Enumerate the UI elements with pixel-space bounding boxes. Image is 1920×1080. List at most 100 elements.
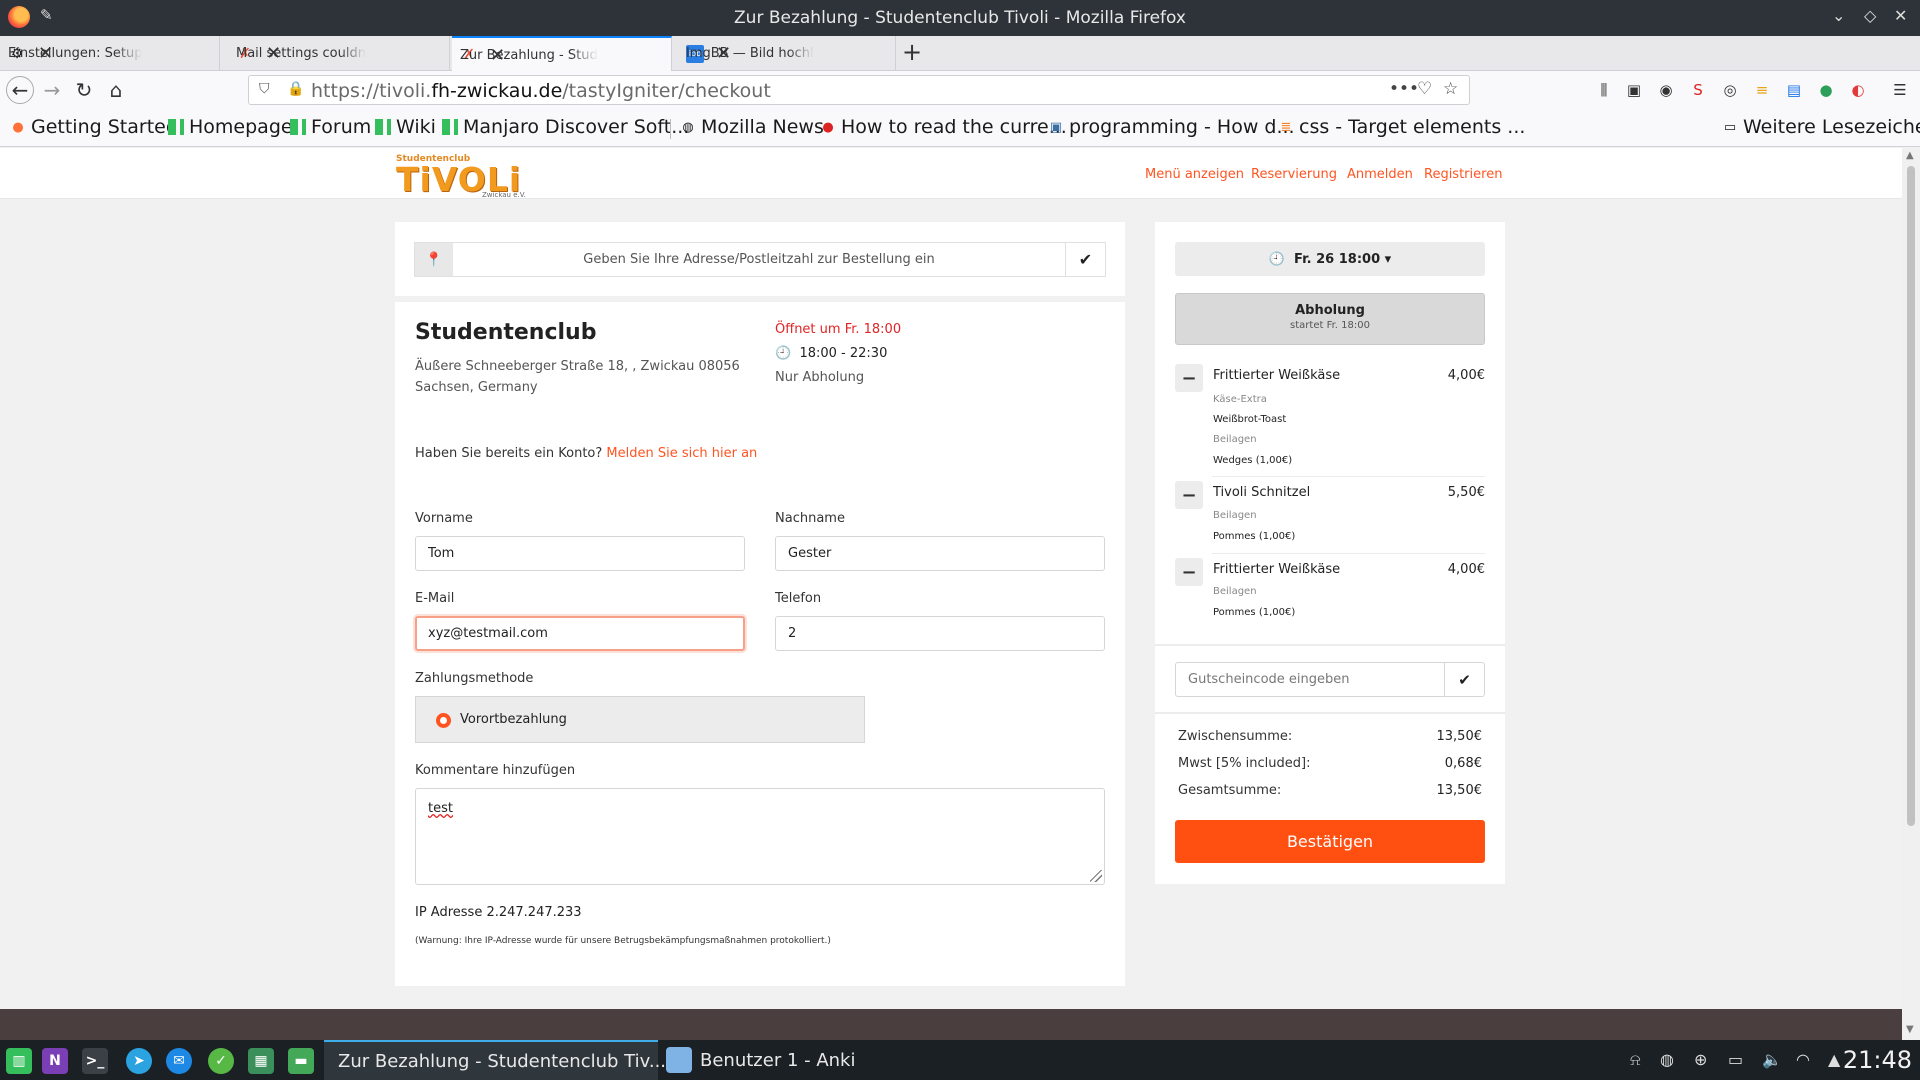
bookmark-getting-started[interactable]: ● Getting Started	[10, 116, 178, 138]
clock[interactable]: 21:48	[1843, 1046, 1912, 1074]
firefox-icon: ●	[12, 119, 24, 135]
other-bookmarks[interactable]: ▭ Weitere Lesezeichen	[1722, 116, 1920, 138]
close-window-button[interactable]: ✕	[1894, 6, 1907, 25]
task-firefox[interactable]: Zur Bezahlung - Studentenclub Tiv...	[324, 1040, 666, 1080]
last-name-input[interactable]: Gester	[775, 536, 1105, 571]
address-search-input[interactable]: Geben Sie Ihre Adresse/Postleitzahl zur …	[453, 252, 1065, 267]
bookmark-star-icon[interactable]: ☆	[1443, 79, 1458, 99]
bookmark-manjaro-discover[interactable]: Manjaro Discover Soft...	[442, 116, 689, 138]
remove-item-button[interactable]: −	[1175, 558, 1203, 586]
url-text[interactable]: https://tivoli.fh-zwickau.de/tastyIgnite…	[311, 80, 771, 102]
extension-green-icon[interactable]: ●	[1816, 80, 1836, 100]
option-group: Beilagen	[1213, 434, 1257, 445]
bookmark-homepage[interactable]: Homepage	[168, 116, 293, 138]
discord-icon[interactable]: ◍	[1660, 1050, 1674, 1069]
map-marker-icon: 📍	[415, 243, 453, 276]
remove-item-button[interactable]: −	[1175, 364, 1203, 392]
scroll-down-icon[interactable]: ▼	[1906, 1024, 1914, 1035]
terminal-icon[interactable]: >_	[82, 1048, 108, 1074]
bookmark-mozilla-news[interactable]: ◍ Mozilla News	[680, 116, 824, 138]
thunderbird-icon[interactable]: ✉	[166, 1048, 192, 1074]
extension-blue-icon[interactable]: ▤	[1784, 80, 1804, 100]
comment-textarea[interactable]: test	[415, 788, 1105, 885]
notifications-icon[interactable]: ⍾	[1630, 1050, 1641, 1070]
task-anki[interactable]: Benutzer 1 - Anki	[660, 1040, 870, 1080]
scrollbar-thumb[interactable]	[1907, 166, 1915, 826]
payment-radio[interactable]	[436, 713, 451, 728]
maximize-button[interactable]: ◇	[1864, 6, 1876, 25]
page-scrollbar[interactable]: ▲ ▼	[1902, 148, 1920, 1039]
extension-red-icon[interactable]: ◐	[1848, 80, 1868, 100]
email-label: E-Mail	[415, 591, 455, 606]
login-link[interactable]: Melden Sie sich hier an	[606, 446, 757, 461]
nav-menu-anzeigen[interactable]: Menü anzeigen	[1145, 167, 1244, 182]
email-input[interactable]: xyz@testmail.com	[415, 616, 745, 651]
extension-stack-icon[interactable]: ≡	[1752, 80, 1772, 100]
bookmark-forum[interactable]: Forum	[290, 116, 371, 138]
forward-button[interactable]: →	[38, 76, 66, 104]
tab-einstellungen[interactable]: ⚙ Einstellungen: Setup ✕	[0, 36, 220, 71]
account-icon[interactable]: ◉	[1656, 80, 1676, 100]
extension-s-icon[interactable]: S	[1688, 80, 1708, 100]
app-green-icon[interactable]: ✓	[208, 1048, 234, 1074]
payment-method-option[interactable]: Vorortbezahlung	[415, 696, 865, 743]
lock-icon[interactable]: 🔒	[287, 81, 304, 97]
tab-zur-bezahlung[interactable]: ✗ Zur Bezahlung - Stud ✕	[452, 36, 672, 72]
bookmark-programming[interactable]: ▣ programming - How d...	[1048, 116, 1295, 138]
option-value: Wedges (1,00€)	[1213, 455, 1293, 466]
page-actions-icon[interactable]: •••	[1389, 79, 1419, 99]
bookmark-wiki[interactable]: Wiki	[375, 116, 436, 138]
opening-hours: 🕘 18:00 - 22:30	[775, 346, 888, 361]
payment-option-label: Vorortbezahlung	[460, 712, 567, 727]
scroll-up-icon[interactable]: ▲	[1906, 150, 1914, 161]
url-bar[interactable]: ⛉ 🔒 https://tivoli.fh-zwickau.de/tastyIg…	[248, 75, 1470, 105]
onenote-icon[interactable]: N	[42, 1048, 68, 1074]
phone-label: Telefon	[775, 591, 822, 606]
phone-input[interactable]: 2	[775, 616, 1105, 651]
coupon-input[interactable]: Gutscheincode eingeben	[1188, 672, 1350, 687]
coupon-field[interactable]: Gutscheincode eingeben ✔	[1175, 662, 1485, 697]
restaurant-address-line2: Sachsen, Germany	[415, 380, 538, 395]
update-icon[interactable]: ⊕	[1694, 1050, 1707, 1069]
pickup-option[interactable]: Abholung startet Fr. 18:00	[1175, 293, 1485, 345]
anki-icon	[666, 1047, 692, 1073]
shield-icon[interactable]: ⛉	[259, 81, 270, 97]
app-ibb-icon[interactable]: ▦	[248, 1048, 274, 1074]
first-name-input[interactable]: Tom	[415, 536, 745, 571]
restaurant-address-line1: Äußere Schneeberger Straße 18, , Zwickau…	[415, 359, 740, 374]
new-tab-button[interactable]: +	[902, 38, 922, 66]
home-button[interactable]: ⌂	[102, 76, 130, 104]
minimize-button[interactable]: ⌄	[1832, 6, 1845, 25]
order-time-dropdown[interactable]: 🕘 Fr. 26 18:00 ▾	[1175, 242, 1485, 276]
manjaro-menu-icon[interactable]: ▥	[6, 1048, 32, 1074]
bookmark-css-target[interactable]: ≣ css - Target elements ...	[1278, 116, 1526, 138]
back-button[interactable]: ←	[6, 76, 34, 104]
tab-imgbb[interactable]: ibb ImgBB — Bild hochl ✕	[678, 36, 896, 71]
library-icon[interactable]: ⫼	[1594, 80, 1614, 100]
battery-icon[interactable]: ▭	[1728, 1050, 1743, 1069]
wifi-icon[interactable]: ◠	[1796, 1050, 1810, 1069]
bookmark-how-to-read[interactable]: ● How to read the curre...	[820, 116, 1067, 138]
check-icon[interactable]: ✔	[1444, 663, 1484, 696]
volume-icon[interactable]: 🔈	[1762, 1050, 1782, 1069]
resize-handle[interactable]	[1090, 870, 1102, 882]
check-icon[interactable]: ✔	[1065, 243, 1105, 276]
option-group: Beilagen	[1213, 586, 1257, 597]
comment-value: test	[428, 801, 453, 816]
address-search[interactable]: 📍 Geben Sie Ihre Adresse/Postleitzahl zu…	[414, 242, 1106, 277]
sidebar-icon[interactable]: ▣	[1624, 80, 1644, 100]
reload-button[interactable]: ↻	[70, 76, 98, 104]
tab-mail-settings[interactable]: ✗ Mail settings couldn ✕	[228, 36, 450, 71]
nav-registrieren[interactable]: Registrieren	[1424, 167, 1502, 182]
telegram-icon[interactable]: ➤	[126, 1048, 152, 1074]
tivoli-logo[interactable]: Studentenclub TiVOLi Zwickau e.V.	[396, 154, 528, 199]
nav-anmelden[interactable]: Anmelden	[1347, 167, 1413, 182]
menu-icon[interactable]: ☰	[1890, 80, 1910, 100]
confirm-button[interactable]: Bestätigen	[1175, 820, 1485, 863]
remove-item-button[interactable]: −	[1175, 481, 1203, 509]
pocket-icon[interactable]: ♡	[1417, 79, 1432, 99]
tray-expand-icon[interactable]: ▲	[1828, 1050, 1840, 1069]
nav-reservierung[interactable]: Reservierung	[1251, 167, 1337, 182]
extension-badge-icon[interactable]: ◎	[1720, 80, 1740, 100]
file-manager-icon[interactable]: ▬	[288, 1048, 314, 1074]
